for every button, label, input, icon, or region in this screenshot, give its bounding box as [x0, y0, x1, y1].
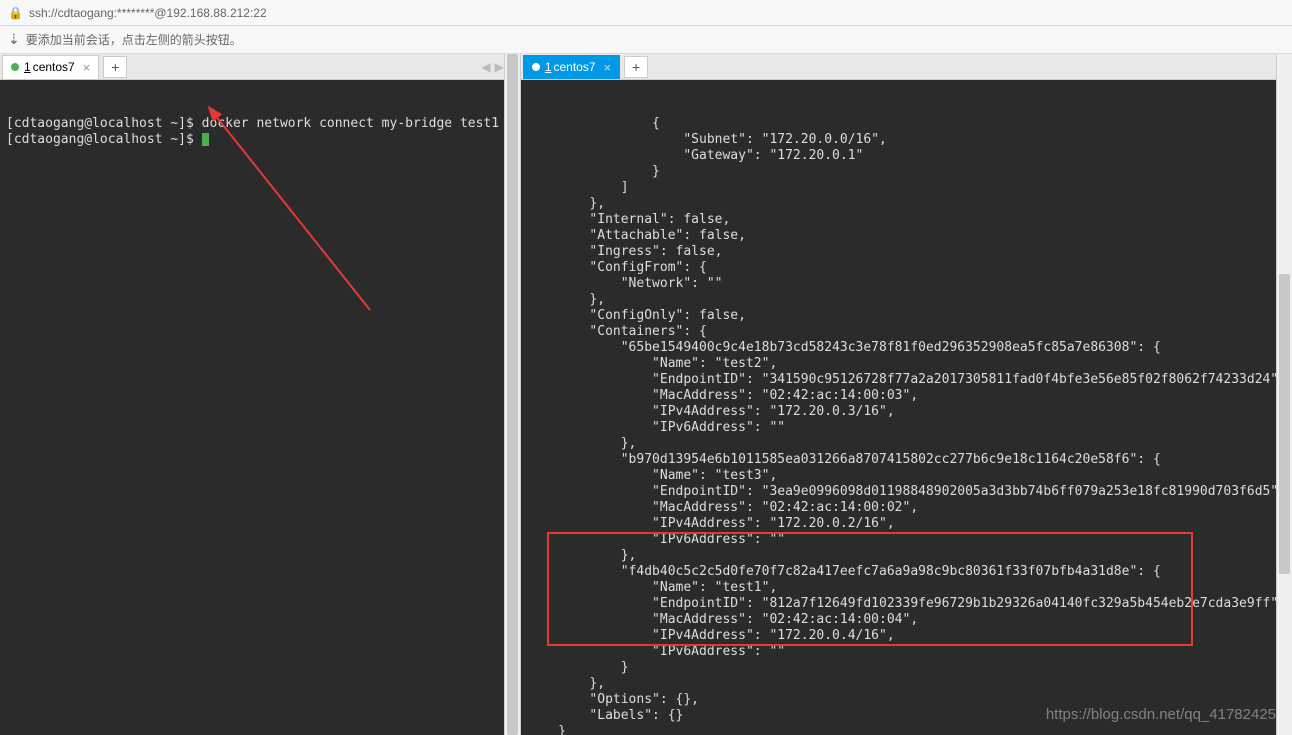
scroll-thumb[interactable] — [507, 54, 518, 735]
cursor-icon — [202, 133, 209, 146]
prompt: [cdtaogang@localhost ~]$ — [6, 116, 202, 131]
chevron-left-icon[interactable]: ◀ — [481, 60, 490, 74]
scrollbar[interactable] — [504, 54, 520, 735]
scrollbar[interactable] — [1276, 54, 1292, 735]
prompt: [cdtaogang@localhost ~]$ — [6, 132, 202, 147]
connection-url: ssh://cdtaogang:********@192.168.88.212:… — [29, 6, 267, 20]
terminal-content: [cdtaogang@localhost ~]$ docker network … — [6, 116, 514, 148]
left-terminal[interactable]: [cdtaogang@localhost ~]$ docker network … — [0, 80, 520, 735]
add-tab-button[interactable]: + — [103, 56, 127, 78]
left-tabbar: 1 centos7 × + ◀ ▶ ▾ — [0, 54, 520, 80]
tab-number: 1 — [545, 60, 552, 74]
tab-centos7-left[interactable]: 1 centos7 × — [2, 55, 99, 79]
right-pane: 1 centos7 × + { "Subnet": "172.20.0.0/16… — [521, 54, 1292, 735]
right-terminal[interactable]: { "Subnet": "172.20.0.0/16", "Gateway": … — [521, 80, 1292, 735]
tab-label: centos7 — [33, 60, 75, 74]
left-pane: 1 centos7 × + ◀ ▶ ▾ [cdtaogang@localhost… — [0, 54, 521, 735]
status-dot-icon — [532, 63, 540, 71]
info-text: 要添加当前会话，点击左侧的箭头按钮。 — [26, 31, 242, 48]
tab-centos7-right[interactable]: 1 centos7 × — [523, 55, 620, 79]
add-tab-button[interactable]: + — [624, 56, 648, 78]
attach-arrow-icon[interactable]: ⇣ — [8, 31, 20, 48]
terminal-content: { "Subnet": "172.20.0.0/16", "Gateway": … — [527, 116, 1286, 735]
close-icon[interactable]: × — [83, 60, 91, 75]
close-icon[interactable]: × — [604, 60, 612, 75]
scroll-thumb[interactable] — [1279, 274, 1290, 574]
split-panes: 1 centos7 × + ◀ ▶ ▾ [cdtaogang@localhost… — [0, 54, 1292, 735]
lock-icon: 🔒 — [8, 6, 23, 20]
chevron-right-icon[interactable]: ▶ — [495, 60, 504, 74]
right-tabbar: 1 centos7 × + — [521, 54, 1292, 80]
command-text: docker network connect my-bridge test1 — [202, 116, 499, 131]
status-dot-icon — [11, 63, 19, 71]
tab-label: centos7 — [554, 60, 596, 74]
tab-number: 1 — [24, 60, 31, 74]
info-bar: ⇣ 要添加当前会话，点击左侧的箭头按钮。 — [0, 26, 1292, 54]
window-titlebar: 🔒 ssh://cdtaogang:********@192.168.88.21… — [0, 0, 1292, 26]
